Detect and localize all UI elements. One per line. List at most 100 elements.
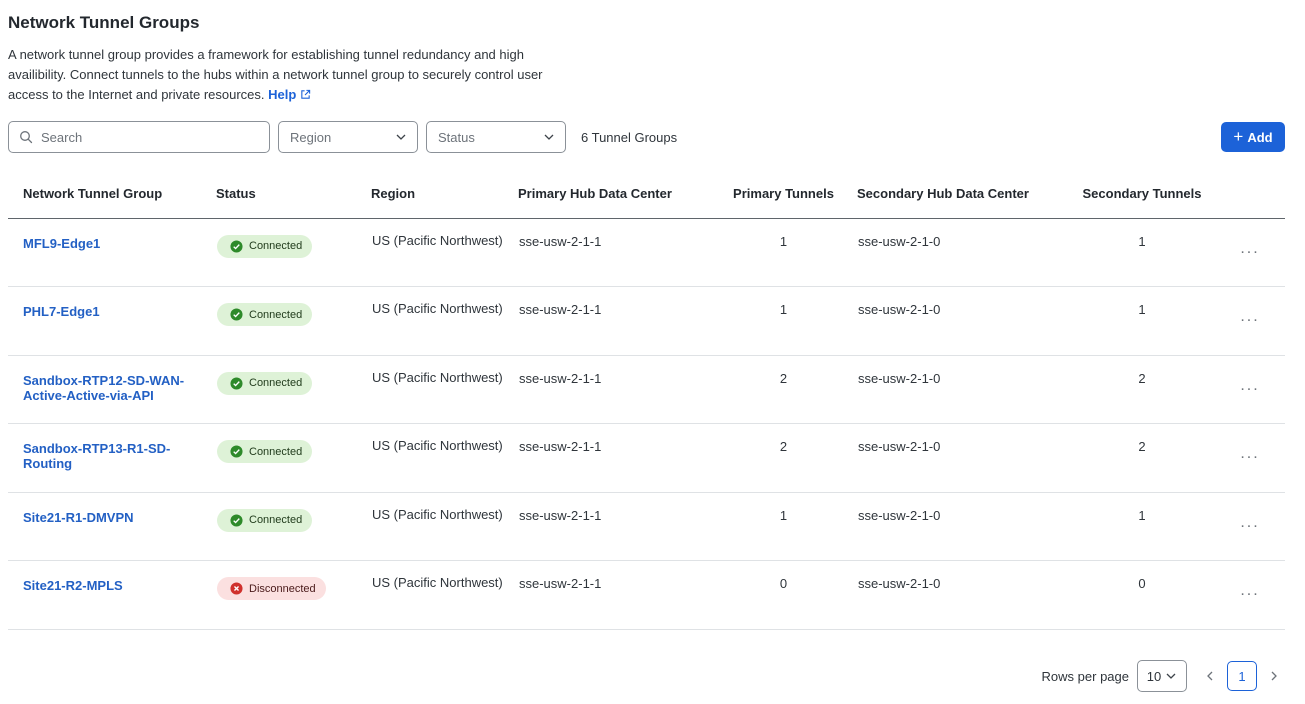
column-header[interactable]: Primary Hub Data Center bbox=[518, 170, 710, 219]
status-text: Connected bbox=[249, 377, 303, 389]
cell-status: Connected bbox=[216, 286, 371, 356]
add-button[interactable]: + Add bbox=[1221, 122, 1285, 152]
search-input[interactable] bbox=[39, 128, 269, 146]
more-horizontal-icon[interactable]: ... bbox=[1216, 302, 1284, 326]
check-circle-icon bbox=[230, 308, 243, 321]
cell-primary-tunnels: 2 bbox=[710, 423, 857, 493]
cell-secondary-hub: sse-usw-2-1-0 bbox=[857, 423, 1069, 493]
cell-secondary-tunnels: 2 bbox=[1069, 423, 1215, 493]
tunnel-group-link[interactable]: Site21-R2-MPLS bbox=[23, 578, 191, 593]
more-horizontal-icon[interactable]: ... bbox=[1216, 439, 1284, 463]
column-header[interactable]: Network Tunnel Group bbox=[8, 170, 216, 219]
more-horizontal-icon[interactable]: ... bbox=[1216, 371, 1284, 395]
status-badge: Connected bbox=[217, 440, 313, 463]
column-header[interactable]: Secondary Hub Data Center bbox=[857, 170, 1069, 219]
tunnel-group-link[interactable]: Sandbox-RTP12-SD-WAN-Active-Active-via-A… bbox=[23, 373, 191, 403]
cell-region: US (Pacific Northwest) bbox=[371, 286, 518, 356]
cell-primary-tunnels: 2 bbox=[710, 355, 857, 424]
cell-primary-tunnels: 1 bbox=[710, 286, 857, 356]
previous-page-button[interactable] bbox=[1199, 665, 1221, 687]
tunnel-group-link[interactable]: Site21-R1-DMVPN bbox=[23, 510, 191, 525]
check-circle-icon bbox=[230, 239, 243, 253]
x-circle-icon bbox=[230, 582, 243, 595]
cell-secondary-tunnels: 2 bbox=[1069, 355, 1215, 424]
chevron-down-icon bbox=[396, 134, 406, 140]
cell-region: US (Pacific Northwest) bbox=[371, 560, 518, 630]
chevron-left-icon bbox=[1207, 671, 1213, 681]
column-header[interactable]: Region bbox=[371, 170, 518, 219]
plus-icon: + bbox=[1233, 127, 1244, 146]
cell-actions: ... bbox=[1215, 423, 1285, 493]
table-header-row: Network Tunnel Group Status Region Prima… bbox=[8, 170, 1285, 219]
cell-actions: ... bbox=[1215, 560, 1285, 630]
cell-primary-hub: sse-usw-2-1-1 bbox=[518, 492, 710, 561]
status-text: Connected bbox=[249, 240, 303, 252]
more-horizontal-icon[interactable]: ... bbox=[1216, 234, 1284, 258]
cell-primary-tunnels: 1 bbox=[710, 492, 857, 561]
region-text: US (Pacific Northwest) bbox=[372, 575, 503, 590]
cell-secondary-hub: sse-usw-2-1-0 bbox=[857, 560, 1069, 630]
tunnel-group-link[interactable]: Sandbox-RTP13-R1-SD-Routing bbox=[23, 441, 191, 471]
help-link[interactable]: Help bbox=[268, 87, 311, 102]
cell-primary-tunnels: 0 bbox=[710, 560, 857, 630]
cell-actions: ... bbox=[1215, 492, 1285, 561]
page-description: A network tunnel group provides a framew… bbox=[8, 45, 583, 105]
cell-actions: ... bbox=[1215, 286, 1285, 356]
cell-name: Sandbox-RTP12-SD-WAN-Active-Active-via-A… bbox=[8, 355, 216, 424]
page-button-current[interactable]: 1 bbox=[1227, 661, 1257, 691]
cell-primary-tunnels: 1 bbox=[710, 218, 857, 287]
cell-status: Connected bbox=[216, 492, 371, 561]
cell-primary-hub: sse-usw-2-1-1 bbox=[518, 218, 710, 287]
status-select-label: Status bbox=[438, 129, 475, 145]
tunnel-groups-table: Network Tunnel Group Status Region Prima… bbox=[8, 170, 1285, 630]
search-box[interactable] bbox=[8, 121, 270, 153]
table-row: MFL9-Edge1 Connected US (Pacific Northwest… bbox=[8, 218, 1285, 287]
cell-primary-hub: sse-usw-2-1-1 bbox=[518, 355, 710, 424]
status-badge: Connected bbox=[217, 234, 313, 258]
cell-secondary-hub: sse-usw-2-1-0 bbox=[857, 286, 1069, 356]
status-select[interactable]: Status bbox=[426, 121, 566, 153]
cell-name: Site21-R2-MPLS bbox=[8, 560, 216, 630]
next-page-button[interactable] bbox=[1263, 665, 1285, 687]
cell-status: Connected bbox=[216, 423, 371, 493]
region-text: US (Pacific Northwest) bbox=[372, 232, 503, 248]
chevron-down-icon bbox=[544, 134, 554, 140]
region-text: US (Pacific Northwest) bbox=[372, 506, 503, 522]
region-select[interactable]: Region bbox=[278, 121, 418, 153]
cell-secondary-hub: sse-usw-2-1-0 bbox=[857, 355, 1069, 424]
cell-actions: ... bbox=[1215, 218, 1285, 287]
column-header-actions bbox=[1215, 170, 1285, 219]
cell-secondary-hub: sse-usw-2-1-0 bbox=[857, 492, 1069, 561]
more-horizontal-icon[interactable]: ... bbox=[1216, 508, 1284, 532]
rows-per-page-select[interactable]: 10 bbox=[1137, 660, 1187, 692]
column-header[interactable]: Primary Tunnels bbox=[710, 170, 857, 219]
cell-status: Connected bbox=[216, 355, 371, 424]
cell-primary-hub: sse-usw-2-1-1 bbox=[518, 286, 710, 356]
region-text: US (Pacific Northwest) bbox=[372, 301, 503, 316]
tunnel-group-link[interactable]: MFL9-Edge1 bbox=[23, 236, 191, 251]
status-badge: Connected bbox=[217, 508, 313, 532]
cell-primary-hub: sse-usw-2-1-1 bbox=[518, 423, 710, 493]
check-circle-icon bbox=[230, 445, 243, 458]
status-text: Disconnected bbox=[249, 582, 316, 595]
column-header[interactable]: Secondary Tunnels bbox=[1069, 170, 1215, 219]
region-select-label: Region bbox=[290, 129, 332, 145]
cell-secondary-tunnels: 1 bbox=[1069, 218, 1215, 287]
region-text: US (Pacific Northwest) bbox=[372, 438, 503, 453]
cell-secondary-tunnels: 1 bbox=[1069, 286, 1215, 356]
status-text: Connected bbox=[249, 514, 303, 526]
cell-name: Sandbox-RTP13-R1-SD-Routing bbox=[8, 423, 216, 493]
tunnel-group-link[interactable]: PHL7-Edge1 bbox=[23, 304, 191, 319]
check-circle-icon bbox=[230, 513, 243, 527]
cell-status: Disconnected bbox=[216, 560, 371, 630]
status-badge: Disconnected bbox=[217, 577, 326, 600]
chevron-down-icon bbox=[1166, 673, 1176, 679]
table-row: PHL7-Edge1 Connected US (Pacific Northwest… bbox=[8, 286, 1285, 356]
cell-secondary-hub: sse-usw-2-1-0 bbox=[857, 218, 1069, 287]
pagination: Rows per page 10 1 bbox=[1042, 660, 1285, 692]
table-body: MFL9-Edge1 Connected US (Pacific Northwest… bbox=[8, 218, 1285, 630]
cell-region: US (Pacific Northwest) bbox=[371, 218, 518, 287]
more-horizontal-icon[interactable]: ... bbox=[1216, 576, 1284, 600]
cell-name: PHL7-Edge1 bbox=[8, 286, 216, 356]
column-header[interactable]: Status bbox=[216, 170, 371, 219]
